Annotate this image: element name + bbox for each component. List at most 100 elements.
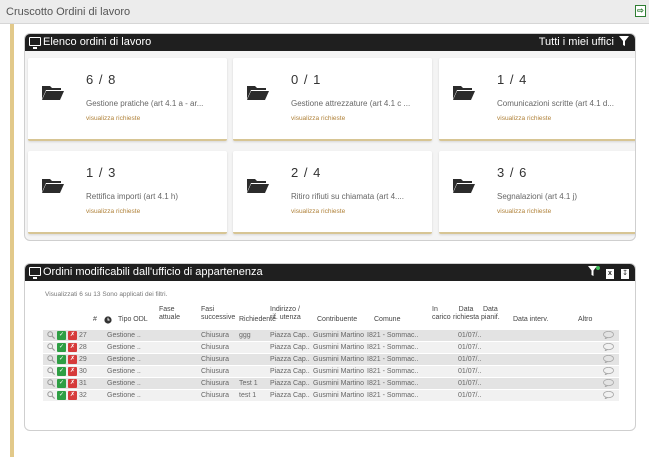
view-requests-link[interactable]: visualizza richieste — [86, 208, 140, 215]
check-icon[interactable]: ✓ — [57, 343, 66, 352]
view-requests-link[interactable]: visualizza richieste — [497, 115, 551, 122]
order-type: Gestione .. — [107, 332, 141, 339]
municipality: I821 - Sommac.. — [367, 368, 419, 375]
check-icon[interactable]: ✓ — [57, 355, 66, 364]
order-type-card[interactable]: 1 / 4 Comunicazioni scritte (art 4.1 d...… — [439, 58, 635, 141]
col-num: # — [93, 316, 97, 323]
col-data-richiesta[interactable]: Data richiesta — [453, 306, 479, 322]
card-count: 1 / 3 — [86, 165, 117, 180]
next-phase: Chiusura — [201, 368, 230, 375]
col-fasi-successive[interactable]: Fasi successive — [201, 306, 235, 322]
comment-icon[interactable] — [603, 391, 614, 399]
table-row[interactable]: ✓ ✗ 28 Gestione .. Chiusura Piazza Cap.. Gusmi… — [43, 342, 619, 353]
address: Piazza Cap.. — [270, 356, 310, 363]
table-row[interactable]: ✓ ✗ 31 Gestione .. Chiusura Test 1 Piazza Cap.… — [43, 378, 619, 389]
request-date: 01/07/.. — [458, 344, 482, 351]
comment-icon[interactable] — [603, 343, 614, 351]
filter-summary: Visualizzati 6 su 13 Sono applicati dei … — [45, 291, 168, 298]
col-in-carico[interactable]: In carico — [432, 306, 451, 322]
close-icon[interactable]: ✗ — [68, 391, 77, 400]
close-icon[interactable]: ✗ — [68, 367, 77, 376]
order-number: 31 — [79, 380, 87, 387]
comment-icon[interactable] — [603, 367, 614, 375]
requester: Test 1 — [239, 380, 258, 387]
excel-export-icon[interactable]: x — [605, 269, 614, 279]
search-icon[interactable] — [47, 355, 55, 363]
view-requests-link[interactable]: visualizza richieste — [497, 208, 551, 215]
municipality: I821 - Sommac.. — [367, 392, 419, 399]
order-number: 32 — [79, 392, 87, 399]
filter-icon[interactable] — [619, 36, 629, 46]
check-icon[interactable]: ✓ — [57, 391, 66, 400]
folder-icon — [453, 86, 475, 100]
card-count: 6 / 8 — [86, 72, 117, 87]
col-tipo-odl[interactable]: Tipo ODL — [118, 316, 148, 324]
order-type-card[interactable]: 3 / 6 Segnalazioni (art 4.1 j) visualizza … — [439, 151, 635, 234]
next-phase: Chiusura — [201, 344, 230, 351]
order-type: Gestione .. — [107, 368, 141, 375]
col-comune[interactable]: Comune — [374, 316, 400, 324]
order-type-card[interactable]: 6 / 8 Gestione pratiche (art 4.1 a - ar..… — [28, 58, 227, 141]
search-icon[interactable] — [47, 331, 55, 339]
table-row[interactable]: ✓ ✗ 27 Gestione .. Chiusura ggg Piazza Cap.. Gu… — [43, 330, 619, 341]
order-type: Gestione .. — [107, 392, 141, 399]
comment-icon[interactable] — [603, 379, 614, 387]
window-title: Cruscotto Ordini di lavoro — [6, 6, 131, 18]
municipality: I821 - Sommac.. — [367, 332, 419, 339]
card-name: Gestione pratiche (art 4.1 a - ar... — [86, 99, 204, 108]
order-type-card[interactable]: 2 / 4 Ritiro rifiuti su chiamata (art 4..… — [233, 151, 432, 234]
close-icon[interactable]: ✗ — [68, 355, 77, 364]
office-filter[interactable]: Tutti i miei uffici — [539, 34, 629, 51]
folder-icon — [42, 179, 64, 193]
comment-icon[interactable] — [603, 355, 614, 363]
card-name: Segnalazioni (art 4.1 j) — [497, 192, 578, 201]
panel-header: Ordini modificabili dall'ufficio di appa… — [25, 264, 635, 281]
order-number: 28 — [79, 344, 87, 351]
search-icon[interactable] — [47, 343, 55, 351]
order-type: Gestione .. — [107, 356, 141, 363]
comment-icon[interactable] — [603, 331, 614, 339]
card-count: 3 / 6 — [497, 165, 528, 180]
clock-icon — [104, 316, 112, 324]
panel-header: Elenco ordini di lavoro Tutti i miei uff… — [25, 34, 635, 51]
view-requests-link[interactable]: visualizza richieste — [86, 115, 140, 122]
check-icon[interactable]: ✓ — [57, 331, 66, 340]
col-fase-attuale[interactable]: Fase attuale — [159, 306, 180, 322]
card-name: Gestione attrezzature (art 4.1 c ... — [291, 99, 411, 108]
col-contribuente[interactable]: Contribuente — [317, 316, 357, 324]
left-accent-bar — [10, 24, 14, 457]
next-phase: Chiusura — [201, 392, 230, 399]
order-number: 27 — [79, 332, 87, 339]
export-icon[interactable]: ⇨ — [635, 5, 646, 17]
search-icon[interactable] — [47, 367, 55, 375]
order-number: 29 — [79, 356, 87, 363]
col-indirizzo[interactable]: Indirizzo / rif. utenza — [270, 306, 301, 322]
table-row[interactable]: ✓ ✗ 29 Gestione .. Chiusura Piazza Cap.. Gusmi… — [43, 354, 619, 365]
filter-settings-icon[interactable] — [587, 266, 600, 276]
close-icon[interactable]: ✗ — [68, 379, 77, 388]
close-icon[interactable]: ✗ — [68, 343, 77, 352]
municipality: I821 - Sommac.. — [367, 344, 419, 351]
office-filter-label[interactable]: Tutti i miei uffici — [539, 36, 614, 48]
table-row[interactable]: ✓ ✗ 32 Gestione .. Chiusura test 1 Piazza Cap.… — [43, 390, 619, 401]
next-phase: Chiusura — [201, 332, 230, 339]
pdf-export-icon[interactable]: ↧ — [621, 269, 629, 279]
check-icon[interactable]: ✓ — [57, 367, 66, 376]
order-type-card[interactable]: 0 / 1 Gestione attrezzature (art 4.1 c ..… — [233, 58, 432, 141]
col-data-pianificata[interactable]: Data pianif. — [481, 306, 500, 322]
search-icon[interactable] — [47, 379, 55, 387]
col-data-intervento[interactable]: Data interv. — [513, 316, 548, 324]
check-icon[interactable]: ✓ — [57, 379, 66, 388]
card-name: Ritiro rifiuti su chiamata (art 4.... — [291, 192, 404, 201]
window-titlebar: Cruscotto Ordini di lavoro ⇨ — [0, 0, 649, 24]
search-icon[interactable] — [47, 391, 55, 399]
close-icon[interactable]: ✗ — [68, 331, 77, 340]
card-count: 0 / 1 — [291, 72, 322, 87]
view-requests-link[interactable]: visualizza richieste — [291, 208, 345, 215]
address: Piazza Cap.. — [270, 392, 310, 399]
view-requests-link[interactable]: visualizza richieste — [291, 115, 345, 122]
table-row[interactable]: ✓ ✗ 30 Gestione .. Chiusura Piazza Cap.. Gusmi… — [43, 366, 619, 377]
taxpayer: Gusmini Martino — [313, 332, 364, 339]
order-type-card[interactable]: 1 / 3 Rettifica importi (art 4.1 h) visual… — [28, 151, 227, 234]
municipality: I821 - Sommac.. — [367, 356, 419, 363]
